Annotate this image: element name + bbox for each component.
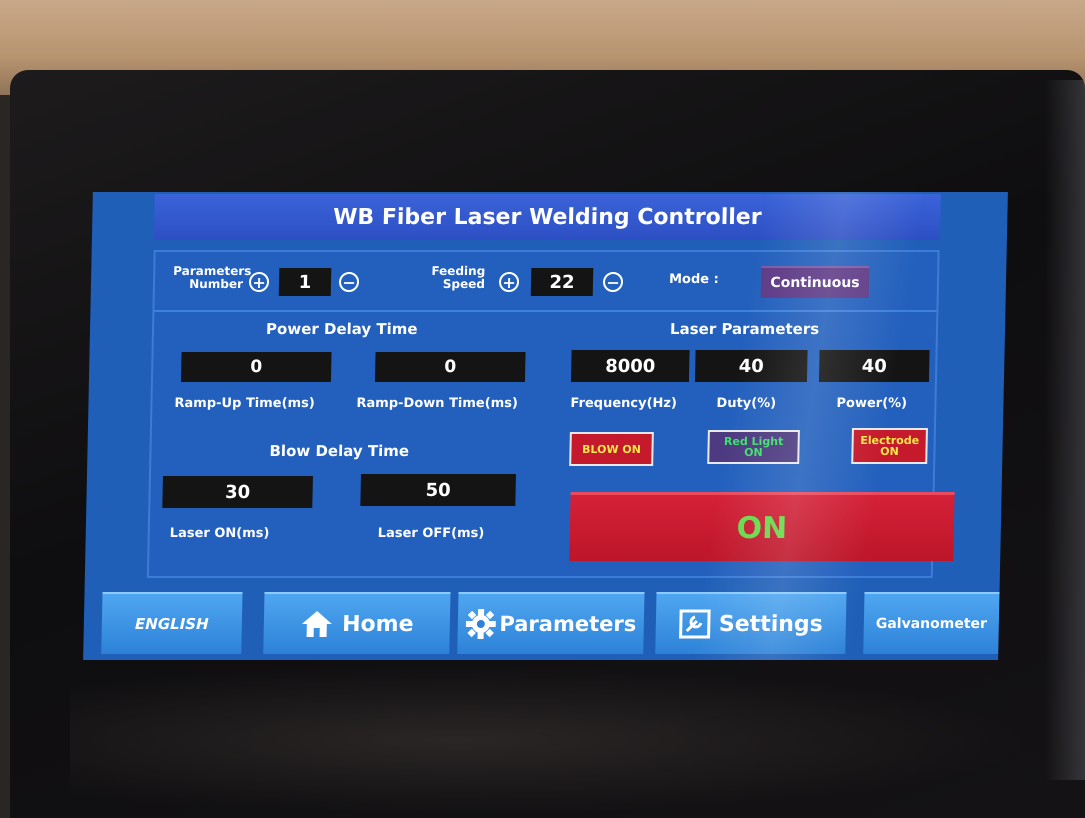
nav-parameters-button[interactable]: Parameters [457, 592, 645, 654]
wrench-icon [679, 609, 712, 639]
feeding-decrement-button[interactable]: − [602, 272, 624, 292]
title-bar: WB Fiber Laser Welding Controller [153, 194, 941, 240]
laser-off-label: Laser OFF(ms) [377, 526, 485, 541]
nav-settings-label: Settings [718, 611, 824, 637]
nav-galvanometer-button[interactable]: Galvanometer [863, 592, 1000, 654]
feeding-increment-button[interactable]: + [498, 272, 520, 292]
nav-settings-button[interactable]: Settings [655, 592, 847, 654]
language-button[interactable]: ENGLISH [101, 592, 243, 654]
ramp-down-label: Ramp-Down Time(ms) [356, 396, 519, 411]
house-icon [300, 609, 335, 639]
gear-icon [465, 609, 496, 639]
laser-off-field[interactable]: 50 [360, 474, 516, 506]
laser-on-switch[interactable]: ON [569, 492, 955, 561]
power-label: Power(%) [836, 396, 908, 411]
main-panel: Parameters Number + 1 − Feeding Speed + … [146, 250, 955, 578]
power-field[interactable]: 40 [818, 350, 930, 382]
nav-parameters-label: Parameters [499, 612, 637, 636]
blow-on-button[interactable]: BLOW ON [569, 432, 654, 466]
red-light-button[interactable]: Red Light ON [707, 430, 800, 464]
duty-field[interactable]: 40 [694, 350, 808, 382]
frequency-label: Frequency(Hz) [570, 396, 678, 411]
laser-parameters-title: Laser Parameters [669, 320, 820, 338]
ramp-up-label: Ramp-Up Time(ms) [174, 396, 315, 411]
feeding-speed-label: Feeding Speed [431, 264, 486, 291]
ramp-down-field[interactable]: 0 [374, 352, 526, 382]
frequency-field[interactable]: 8000 [570, 350, 690, 382]
power-delay-title: Power Delay Time [265, 320, 418, 338]
duty-label: Duty(%) [716, 396, 777, 411]
electrode-button[interactable]: Electrode ON [851, 428, 928, 464]
parameters-number-field[interactable]: 1 [278, 268, 332, 296]
hmi-screen: WB Fiber Laser Welding Controller Parame… [83, 192, 1008, 660]
bezel-edge [1045, 80, 1085, 780]
nav-home-label: Home [341, 611, 414, 637]
mode-selector[interactable]: Continuous [760, 266, 870, 298]
parameters-decrement-button[interactable]: − [338, 272, 360, 292]
nav-home-button[interactable]: Home [263, 592, 451, 654]
laser-on-label: Laser ON(ms) [169, 526, 270, 541]
laser-on-field[interactable]: 30 [162, 476, 313, 508]
feeding-speed-field[interactable]: 22 [530, 268, 594, 296]
blow-delay-title: Blow Delay Time [269, 442, 410, 460]
app-title: WB Fiber Laser Welding Controller [332, 204, 762, 230]
language-label: ENGLISH [134, 615, 209, 633]
mode-label: Mode : [668, 272, 719, 287]
nav-galvanometer-label: Galvanometer [875, 616, 988, 632]
parameters-increment-button[interactable]: + [248, 272, 270, 292]
bottom-navigation: ENGLISH Home Parameters Settings Galvano… [83, 584, 1000, 660]
ramp-up-field[interactable]: 0 [180, 352, 332, 382]
parameters-number-label: Parameters Number [173, 264, 252, 291]
bezel-reflection [70, 665, 1030, 815]
top-row: Parameters Number + 1 − Feeding Speed + … [154, 252, 938, 312]
